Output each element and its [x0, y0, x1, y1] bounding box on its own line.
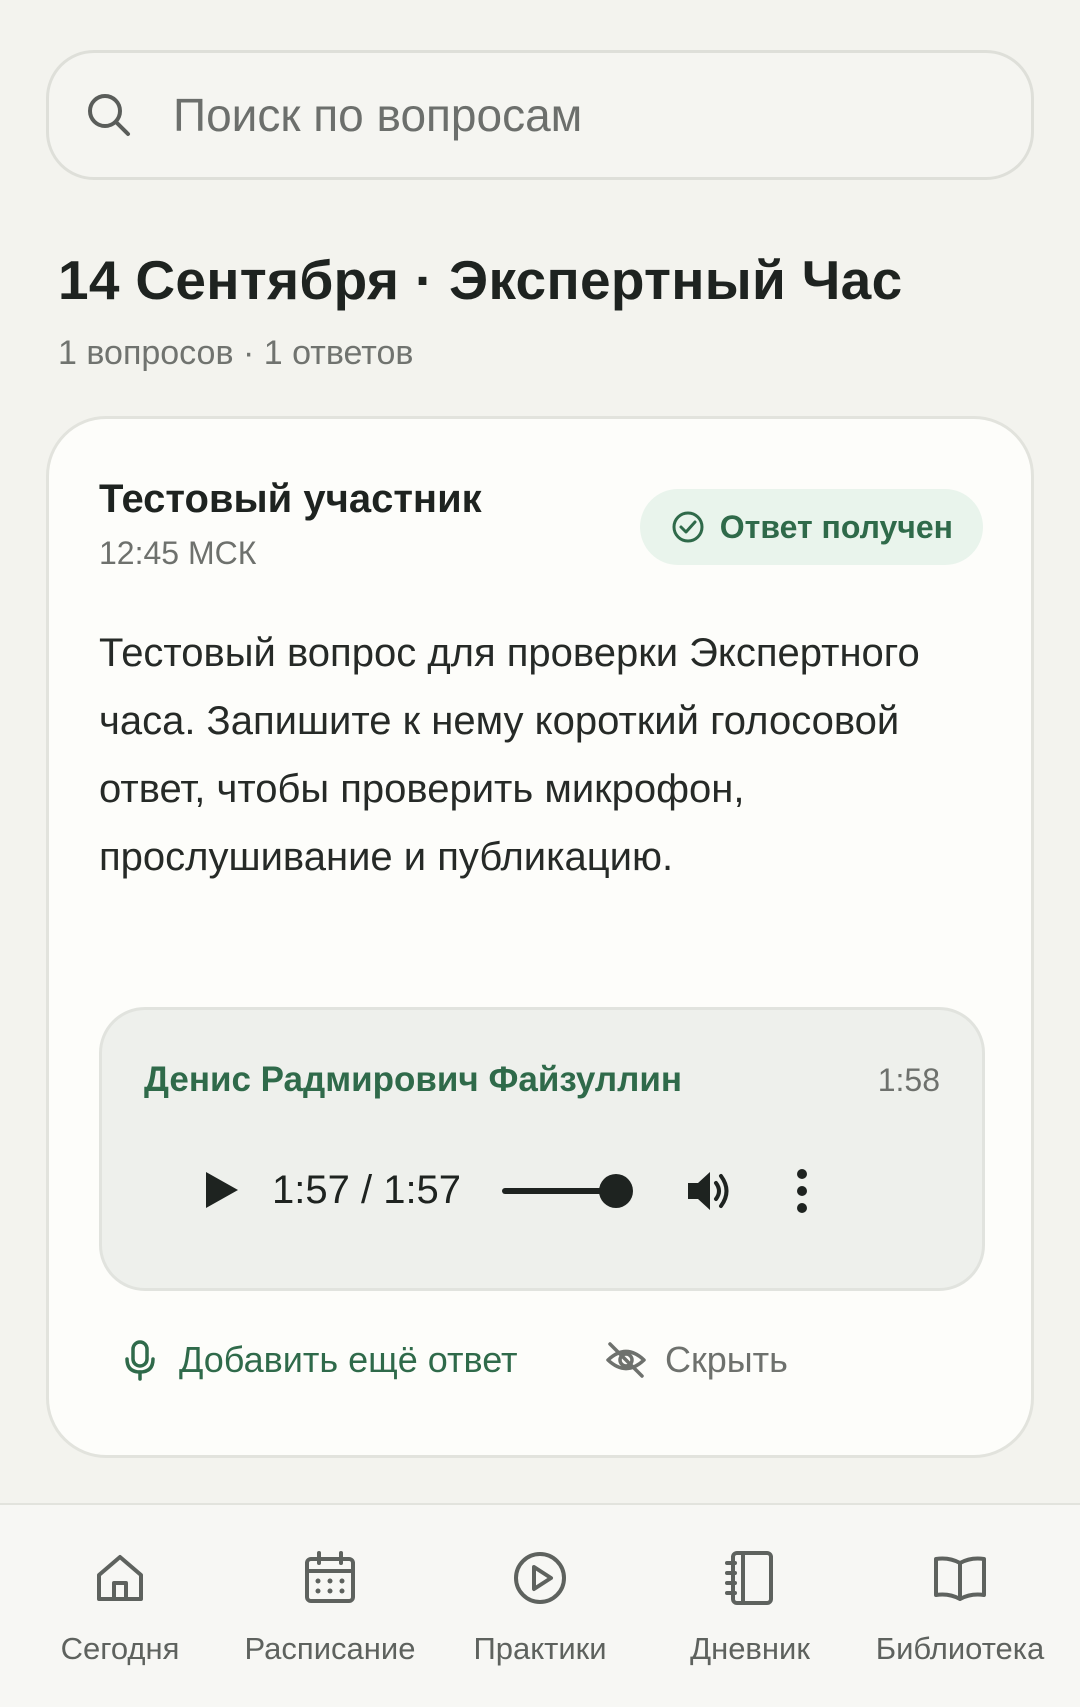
calendar-icon: [305, 1551, 355, 1603]
nav-label: Библиотека: [875, 1631, 1045, 1666]
section-title: 14 Сентября · Экспертный Час: [58, 249, 903, 311]
section-counts: 1 вопросов · 1 ответов: [58, 334, 414, 372]
nav-label: Сегодня: [60, 1631, 180, 1666]
nav-item-schedule[interactable]: Расписание: [222, 1505, 438, 1707]
player-time: 1:57 / 1:57: [272, 1168, 462, 1212]
play-circle-icon: [514, 1552, 566, 1604]
answer-author: Денис Радмирович Файзуллин: [144, 1060, 682, 1099]
status-badge-label: Ответ получен: [719, 508, 953, 545]
play-icon[interactable]: [198, 1168, 242, 1212]
audio-player: 1:57 / 1:57: [142, 1140, 942, 1240]
search-input[interactable]: [173, 88, 993, 142]
nav-label: Практики: [473, 1631, 607, 1666]
answer-duration: 1:58: [877, 1062, 940, 1098]
eye-off-icon: [606, 1342, 646, 1378]
question-time: 12:45 МСК: [99, 535, 257, 571]
app-screen: 14 Сентября · Экспертный Час 1 вопросов …: [0, 0, 1080, 1707]
book-icon: [934, 1556, 986, 1601]
search-bar[interactable]: [46, 50, 1034, 180]
add-answer-label: Добавить ещё ответ: [179, 1339, 518, 1380]
more-vert-icon[interactable]: [782, 1166, 822, 1216]
question-text: Тестовый вопрос для проверки Экспертного…: [99, 631, 920, 879]
nav-item-today[interactable]: Сегодня: [12, 1505, 228, 1707]
microphone-icon: [125, 1340, 155, 1381]
hide-label: Скрыть: [665, 1339, 788, 1380]
nav-item-diary[interactable]: Дневник: [642, 1505, 858, 1707]
check-circle-icon: [672, 511, 704, 543]
question-card: Тестовый участник 12:45 МСК Ответ получе…: [46, 416, 1034, 1458]
answer-block: Денис Радмирович Файзуллин 1:58 1:57 / 1…: [99, 1007, 985, 1291]
nav-label: Дневник: [690, 1631, 810, 1666]
status-badge: Ответ получен: [639, 489, 983, 565]
bottom-nav: Сегодня Расписание Практики Дневник Библ…: [0, 1503, 1080, 1707]
home-icon: [97, 1555, 143, 1601]
audio-progress-thumb[interactable]: [599, 1174, 633, 1208]
volume-icon[interactable]: [686, 1168, 736, 1214]
nav-item-practices[interactable]: Практики: [432, 1505, 648, 1707]
add-answer-button[interactable]: Добавить ещё ответ: [119, 1339, 518, 1381]
nav-item-library[interactable]: Библиотека: [852, 1505, 1068, 1707]
hide-button[interactable]: Скрыть: [605, 1339, 788, 1381]
search-icon: [88, 94, 130, 136]
notebook-icon: [725, 1551, 773, 1605]
nav-label: Расписание: [244, 1631, 416, 1666]
question-author: Тестовый участник: [99, 477, 482, 521]
